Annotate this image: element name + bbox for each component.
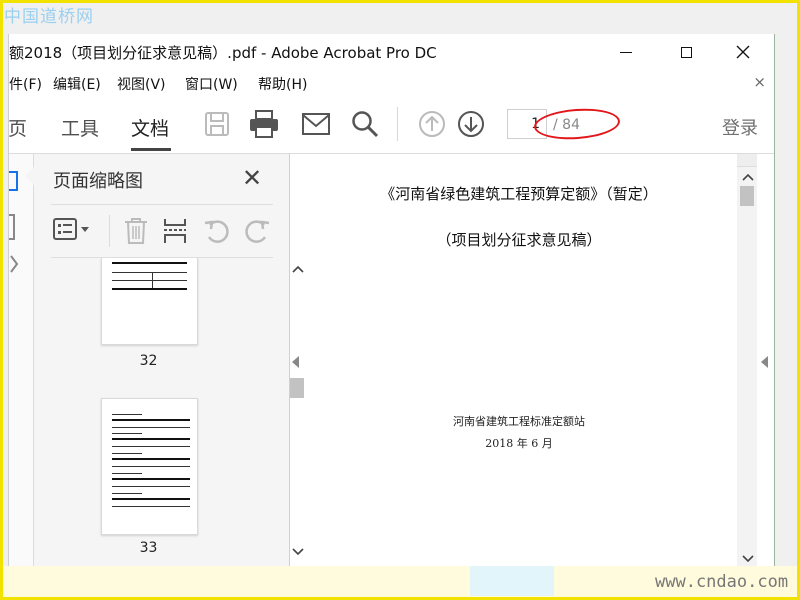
bottom-highlight [470, 566, 554, 596]
options-menu-button[interactable] [53, 217, 91, 247]
title-bar: 额2018（项目划分征求意见稿）.pdf - Adobe Acrobat Pro… [9, 34, 774, 70]
bookmarks-rail-icon[interactable] [9, 214, 21, 240]
thumbnail-page-number: 33 [139, 540, 158, 556]
document-view: 《河南省绿色建筑工程预算定额》（暂定） （项目划分征求意见稿） 河南省建筑工程标… [304, 154, 734, 566]
thumb-line [112, 280, 187, 281]
extract-page-button[interactable] [163, 217, 187, 249]
previous-page-button[interactable] [417, 109, 447, 139]
maximize-button[interactable] [663, 38, 709, 66]
rotate-right-button[interactable] [243, 217, 271, 249]
navigation-rail [9, 154, 34, 566]
thumb-line [112, 414, 142, 415]
watermark-bottom: www.cndao.com [655, 572, 789, 592]
close-window-button[interactable] [720, 38, 766, 66]
thumb-line [112, 427, 190, 428]
thumb-line [112, 473, 142, 474]
window-title: 额2018（项目划分征求意见稿）.pdf - Adobe Acrobat Pro… [9, 44, 437, 62]
thumbnail-page[interactable] [101, 258, 198, 345]
close-icon [736, 45, 750, 59]
trash-icon [125, 218, 147, 244]
scroll-up-icon[interactable] [292, 262, 304, 276]
menubar-close-icon[interactable]: × [753, 73, 766, 91]
list-options-icon [53, 218, 89, 240]
menu-view[interactable]: 视图(V) [117, 74, 166, 94]
print-button[interactable] [249, 109, 279, 139]
menu-window[interactable]: 窗口(W) [185, 74, 238, 94]
thumb-line [112, 433, 142, 434]
email-icon [302, 113, 330, 135]
tab-tools[interactable]: 工具 [61, 114, 99, 141]
page-down-icon [458, 111, 484, 137]
thumb-line [152, 272, 153, 288]
expand-right-pane-icon[interactable] [761, 356, 768, 368]
watermark-top: 中国道桥网 [4, 7, 94, 27]
panel-close-icon[interactable]: ✕ [242, 164, 262, 192]
thumbnail-page[interactable] [101, 398, 198, 535]
page-thumbnails-panel: 页面缩略图 ✕ 32 33 [25, 154, 306, 566]
document-date: 2018 年 6 月 [485, 437, 553, 450]
print-icon [250, 110, 278, 138]
delete-page-button[interactable] [123, 217, 149, 249]
scroll-top-cap [737, 154, 757, 167]
rotate-left-icon [204, 220, 229, 243]
maximize-icon [680, 46, 692, 58]
thumbnail-list: 32 33 [51, 258, 273, 566]
panel-title: 页面缩略图 [53, 171, 143, 192]
thumb-line [112, 486, 190, 487]
rotate-right-icon [245, 220, 270, 243]
document-subtitle: （项目划分征求意见稿） [436, 231, 602, 249]
panel-pointer [25, 167, 34, 185]
document-scrollbar[interactable] [737, 154, 757, 566]
thumb-line [112, 438, 190, 440]
document-issuer: 河南省建筑工程标准定额站 [453, 415, 585, 428]
thumbnail-scrollbar[interactable] [286, 258, 306, 566]
thumbnail-page-number: 32 [139, 353, 158, 369]
tools-separator [109, 215, 110, 247]
menu-bar: 件(F) 编辑(E) 视图(V) 窗口(W) 帮助(H) × [9, 70, 774, 95]
extract-pages-icon [164, 219, 186, 243]
thumb-line [112, 458, 190, 460]
thumb-line [112, 272, 187, 273]
menu-edit[interactable]: 编辑(E) [53, 74, 101, 94]
thumb-line [112, 498, 190, 500]
acrobat-window: 额2018（项目划分征求意见稿）.pdf - Adobe Acrobat Pro… [8, 34, 775, 566]
tab-document[interactable]: 文档 [131, 114, 169, 141]
collapse-left-pane-icon[interactable] [292, 356, 299, 368]
minimize-icon [620, 51, 632, 53]
scroll-down-icon[interactable] [292, 545, 304, 559]
scroll-up-icon[interactable] [742, 170, 754, 184]
document-title: 《河南省绿色建筑工程预算定额》（暂定） [380, 185, 658, 203]
scroll-down-icon[interactable] [742, 552, 754, 566]
thumb-line [112, 419, 190, 421]
menu-help[interactable]: 帮助(H) [258, 74, 307, 94]
rotate-left-button[interactable] [203, 217, 231, 249]
thumb-line [112, 288, 187, 290]
thumbnail-toolbar [51, 204, 273, 258]
main-toolbar: 主页 工具 文档 1 / 84 登录 [9, 95, 774, 154]
thumb-line [112, 466, 190, 467]
login-button[interactable]: 登录 [722, 114, 758, 140]
save-icon [205, 112, 229, 136]
tab-home[interactable]: 主页 [9, 114, 27, 141]
search-button[interactable] [350, 109, 380, 139]
email-button[interactable] [301, 109, 331, 139]
thumb-line [112, 506, 190, 507]
next-page-button[interactable] [456, 109, 486, 139]
attachments-rail-icon[interactable] [9, 254, 21, 278]
scroll-thumb[interactable] [740, 186, 754, 206]
thumbnails-rail-icon[interactable] [9, 169, 21, 193]
thumb-line [112, 453, 142, 454]
search-icon [352, 111, 379, 138]
menu-file[interactable]: 件(F) [9, 74, 42, 94]
thumb-line [112, 493, 142, 494]
thumb-line [112, 262, 187, 264]
active-tab-indicator [131, 148, 171, 151]
save-button[interactable] [202, 109, 232, 139]
toolbar-separator [397, 107, 398, 141]
thumb-line [112, 446, 190, 447]
thumb-line [112, 478, 190, 480]
minimize-button[interactable] [603, 38, 649, 66]
page-up-icon [419, 111, 445, 137]
